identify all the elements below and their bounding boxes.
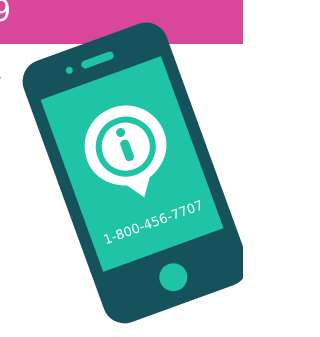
- phone-illustration: 1-800-456-7707: [22, 22, 243, 324]
- phone-body-group: 1-800-456-7707: [22, 22, 243, 324]
